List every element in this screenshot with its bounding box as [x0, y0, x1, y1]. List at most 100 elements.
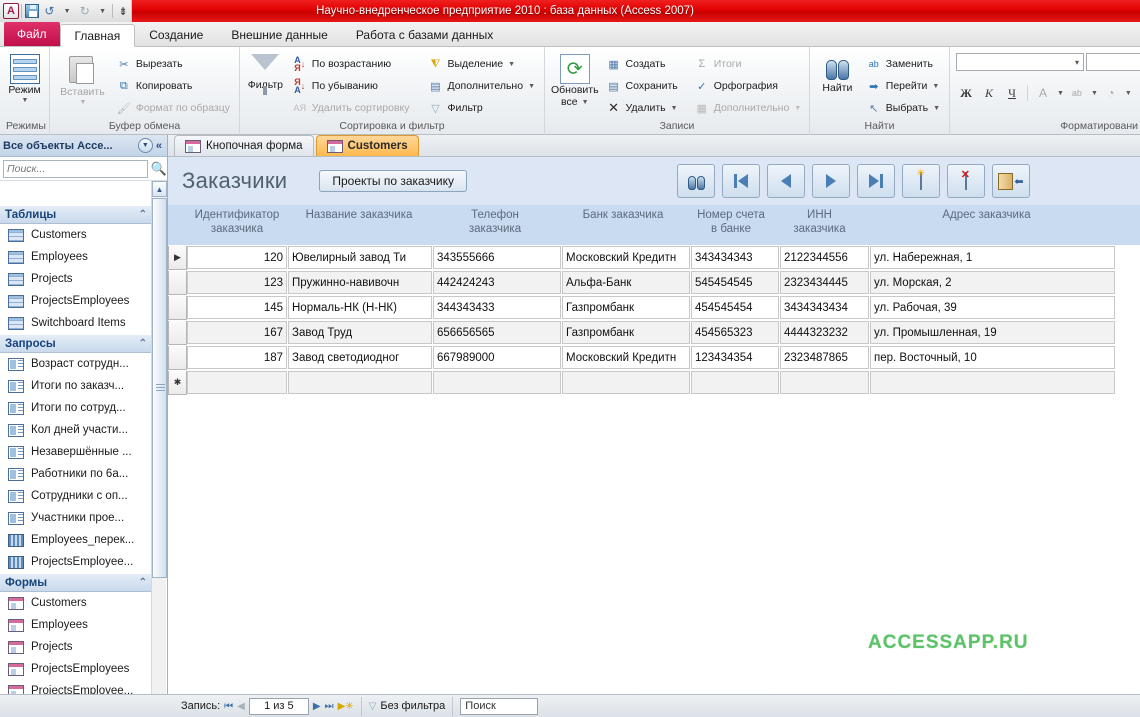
next-record-button[interactable]: [812, 164, 850, 198]
undo-icon[interactable]: ↺: [42, 2, 58, 20]
nav-item-form-customers[interactable]: Customers: [0, 592, 152, 614]
nav-item-form-projects[interactable]: Projects: [0, 636, 152, 658]
column-header-6[interactable]: Адрес заказчика: [864, 208, 1109, 222]
save-record-button[interactable]: ▤ Сохранить: [603, 76, 681, 96]
row-selector[interactable]: [168, 320, 187, 345]
record-number-field[interactable]: 1 из 5: [248, 697, 309, 715]
navigation-pane-header[interactable]: Все объекты Acce... ▼ «: [0, 135, 167, 157]
column-header-4[interactable]: Номер счета в банке: [687, 208, 775, 236]
table-row[interactable]: 167 Завод Труд 656656565 Газпромбанк 454…: [168, 320, 1140, 345]
table-row[interactable]: 187 Завод светодиодног 667989000 Московс…: [168, 345, 1140, 370]
cell-id[interactable]: 167: [187, 321, 287, 344]
cell-address[interactable]: ул. Набережная, 1: [870, 246, 1115, 269]
cell-name[interactable]: [288, 371, 432, 394]
nav-item-form-employees[interactable]: Employees: [0, 614, 152, 636]
view-button[interactable]: Режим ▼: [6, 50, 43, 104]
chevron-down-icon[interactable]: ▼: [137, 138, 153, 153]
cell-bank[interactable]: Московский Кредитн: [562, 346, 690, 369]
new-record-row[interactable]: ✱: [168, 370, 1140, 395]
cell-name[interactable]: Пружинно-навивочн: [288, 271, 432, 294]
nav-item-query-3[interactable]: Кол дней участи...: [0, 419, 152, 441]
cell-address[interactable]: ул. Морская, 2: [870, 271, 1115, 294]
nav-item-table-switchboard-items[interactable]: Switchboard Items: [0, 312, 152, 334]
last-record-icon[interactable]: ⏭: [325, 701, 334, 712]
cell-account[interactable]: 343434343: [691, 246, 779, 269]
nav-item-query-1[interactable]: Итоги по заказч...: [0, 375, 152, 397]
status-search-input[interactable]: Поиск: [460, 697, 539, 715]
previous-record-button[interactable]: [767, 164, 805, 198]
scrollbar-thumb[interactable]: [152, 198, 167, 578]
undo-dropdown-icon[interactable]: ▼: [59, 2, 75, 20]
doc-tab-customers[interactable]: Customers: [315, 135, 419, 156]
sort-descending-button[interactable]: Я А ↓ По убыванию: [289, 76, 413, 96]
next-record-icon[interactable]: ▶: [313, 701, 321, 712]
collapse-pane-icon[interactable]: «: [156, 140, 164, 152]
table-row[interactable]: 123 Пружинно-навивочн 442424243 Альфа-Ба…: [168, 270, 1140, 295]
cell-account[interactable]: 545454545: [691, 271, 779, 294]
underline-button[interactable]: Ч: [1002, 83, 1022, 103]
chevron-up-icon[interactable]: ⌃: [139, 209, 147, 220]
cell-inn[interactable]: 2122344556: [780, 246, 869, 269]
cell-bank[interactable]: Газпромбанк: [562, 321, 690, 344]
chevron-up-icon[interactable]: ⌃: [139, 577, 147, 588]
nav-item-query-0[interactable]: Возраст сотрудн...: [0, 353, 152, 375]
cell-name[interactable]: Завод светодиодног: [288, 346, 432, 369]
selection-button[interactable]: ⧨ Выделение ▼: [424, 54, 538, 74]
tab-external-data[interactable]: Внешние данные: [217, 23, 342, 46]
nav-item-query-6[interactable]: Сотрудники с оп...: [0, 485, 152, 507]
cell-inn[interactable]: 2323487865: [780, 346, 869, 369]
cell-phone[interactable]: 442424243: [433, 271, 561, 294]
clear-sort-button[interactable]: АЯ Удалить сортировку: [289, 98, 413, 118]
cell-inn[interactable]: 3434343434: [780, 296, 869, 319]
paste-button[interactable]: Вставить ▼: [56, 50, 109, 106]
add-record-button[interactable]: ✳: [902, 164, 940, 198]
cell-account[interactable]: 454545454: [691, 296, 779, 319]
cell-phone[interactable]: 344343433: [433, 296, 561, 319]
first-record-button[interactable]: [722, 164, 760, 198]
first-record-icon[interactable]: ⏮: [224, 701, 233, 712]
column-header-3[interactable]: Банк заказчика: [559, 208, 687, 222]
cell-bank[interactable]: [562, 371, 690, 394]
nav-item-form-projectsemployees[interactable]: ProjectsEmployees: [0, 658, 152, 680]
copy-button[interactable]: ⧉ Копировать: [113, 76, 233, 96]
italic-button[interactable]: К: [979, 83, 999, 103]
records-more-button[interactable]: ▦ Дополнительно ▼: [691, 98, 805, 118]
nav-item-table-projects[interactable]: Projects: [0, 268, 152, 290]
redo-dropdown-icon[interactable]: ▼: [95, 2, 111, 20]
cell-phone[interactable]: 667989000: [433, 346, 561, 369]
access-app-logo[interactable]: A: [3, 2, 19, 20]
cell-id[interactable]: 187: [187, 346, 287, 369]
close-form-button[interactable]: ⬅: [992, 164, 1030, 198]
spelling-button[interactable]: ✓ Орфография: [691, 76, 805, 96]
font-family-combo[interactable]: ▾: [956, 53, 1084, 71]
chevron-up-icon[interactable]: ⌃: [139, 338, 147, 349]
cell-name[interactable]: Завод Труд: [288, 321, 432, 344]
redo-icon[interactable]: ↻: [77, 2, 93, 20]
cell-address[interactable]: ул. Рабочая, 39: [870, 296, 1115, 319]
tab-create[interactable]: Создание: [135, 23, 217, 46]
find-button[interactable]: Найти: [816, 50, 859, 94]
cell-phone[interactable]: 656656565: [433, 321, 561, 344]
cell-bank[interactable]: Московский Кредитн: [562, 246, 690, 269]
format-painter-button[interactable]: 🖌 Формат по образцу: [113, 98, 233, 118]
nav-item-query-7[interactable]: Участники прое...: [0, 507, 152, 529]
column-header-2[interactable]: Телефон заказчика: [431, 208, 559, 236]
bold-button[interactable]: Ж: [956, 83, 976, 103]
customize-qat-icon[interactable]: ⇟: [115, 2, 131, 20]
nav-item-query-5[interactable]: Работники по 6а...: [0, 463, 152, 485]
search-icon[interactable]: 🔍: [151, 161, 167, 177]
cell-account[interactable]: 123434354: [691, 346, 779, 369]
nav-item-query-4[interactable]: Незавершённые ...: [0, 441, 152, 463]
cell-bank[interactable]: Газпромбанк: [562, 296, 690, 319]
select-button[interactable]: ↖ Выбрать ▼: [863, 98, 943, 118]
fill-color-button[interactable]: ◔: [1101, 83, 1121, 103]
new-record-selector[interactable]: ✱: [168, 370, 187, 395]
totals-button[interactable]: Σ Итоги: [691, 54, 805, 74]
nav-item-table-customers[interactable]: Customers: [0, 224, 152, 246]
cell-account[interactable]: 454565323: [691, 321, 779, 344]
last-record-button[interactable]: [857, 164, 895, 198]
nav-item-table-employees[interactable]: Employees: [0, 246, 152, 268]
cell-inn[interactable]: [780, 371, 869, 394]
filter-status[interactable]: ▽ Без фильтра: [362, 696, 454, 716]
cell-phone[interactable]: [433, 371, 561, 394]
